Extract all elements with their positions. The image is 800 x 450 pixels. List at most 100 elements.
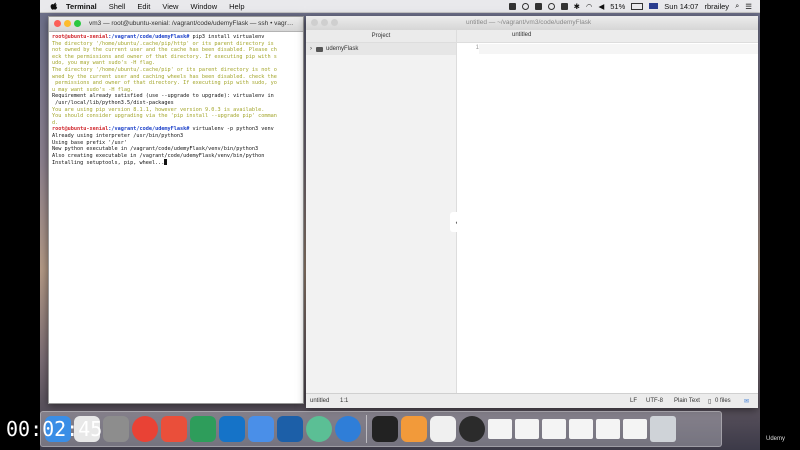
terminal-window[interactable]: vm3 — root@ubuntu-xenial: /vagrant/code/… [48,16,304,404]
terminal-line: d. [52,119,59,126]
project-tree-header[interactable]: Project [306,30,456,43]
terminal-line: The directory '/home/ubuntu/.cache/pip/h… [52,40,274,47]
spotlight-icon[interactable]: ⌕ [735,1,739,11]
screen-icon[interactable] [534,2,542,10]
tree-folder-udemyflask[interactable]: › udemyFlask [306,43,456,55]
editor-minimize-button[interactable] [321,19,328,26]
terminal-line: permissions and owner of that directory.… [52,80,277,87]
status-line-ending[interactable]: LF [630,398,637,404]
minimized-window-4[interactable] [569,419,593,439]
prompt-command: pip3 install virtualenv [189,34,265,40]
virtualbox-icon[interactable] [277,416,303,442]
terminal-line: wned by the current user and caching whe… [52,73,277,80]
terminal-line: not owned by the current user and the ca… [52,47,277,54]
editor-window[interactable]: untitled — ~/vagrant/vm3/code/udemyFlask… [306,16,758,408]
menu-extra-icon[interactable] [508,2,516,10]
minimized-window-5[interactable] [596,419,620,439]
terminal-icon[interactable] [372,416,398,442]
dock [40,411,722,447]
terminal-title: vm3 — root@ubuntu-xenial: /vagrant/code/… [89,20,294,27]
terminal-cursor [164,159,168,166]
close-button[interactable] [54,20,61,27]
sublime-icon[interactable] [401,416,427,442]
menu-window[interactable]: Window [190,2,217,11]
terminal-line: udo, you may want sudo's -H flag. [52,60,156,67]
status-encoding[interactable]: UTF-8 [646,398,663,404]
editor-titlebar[interactable]: untitled — ~/vagrant/vm3/code/udemyFlask [306,16,758,31]
trash-icon[interactable] [650,416,676,442]
minimized-window-2[interactable] [515,419,539,439]
menu-help[interactable]: Help [229,2,244,11]
terminal-line: /usr/local/lib/python3.5/dist-packages [52,99,174,106]
line-number: 1 [475,45,479,51]
minimize-button[interactable] [64,20,71,27]
status-file[interactable]: untitled [310,398,329,404]
dock-separator [366,415,367,443]
terminal-line: New python executable in /vagrant/code/u… [52,146,259,153]
menu-app-name[interactable]: Terminal [66,2,97,11]
tab-bar: untitled [457,30,758,43]
prompt-command: virtualenv -p python3 venv [189,126,274,133]
safari-icon[interactable] [335,416,361,442]
terminal-titlebar[interactable]: vm3 — root@ubuntu-xenial: /vagrant/code/… [49,17,303,32]
airplay-icon[interactable] [560,2,568,10]
atom-icon[interactable] [306,416,332,442]
notification-center-icon[interactable]: ☰ [745,2,752,11]
status-bar: untitled 1:1 LF UTF-8 Plain Text ▯ 0 fil… [306,393,758,408]
menu-edit[interactable]: Edit [137,2,150,11]
prompt-user: root@ubuntu-xenial [52,126,109,133]
battery-percent[interactable]: 51% [610,2,625,11]
editor-pane[interactable]: untitled 1 [457,30,758,394]
editor-zoom-button[interactable] [331,19,338,26]
terminal-line: Using base prefix '/usr' [52,139,127,146]
terminal-line: Requirement already satisfied (use --upg… [52,93,274,100]
menu-user[interactable]: rbrailey [704,2,729,11]
battery-icon[interactable] [631,2,644,10]
editor-close-button[interactable] [311,19,318,26]
menu-shell[interactable]: Shell [109,2,126,11]
system-preferences-icon[interactable] [103,416,129,442]
status-grammar[interactable]: Plain Text [674,398,700,404]
folder-icon [316,46,323,52]
prompt-path: :/vagrant/code/udemyFlask# [108,34,190,40]
minimized-window-3[interactable] [542,419,566,439]
chevron-right-icon: › [310,46,312,52]
menu-view[interactable]: View [162,2,178,11]
desktop: Terminal Shell Edit View Window Help ✱ ◠… [40,0,760,450]
project-tree[interactable]: Project › udemyFlask [306,30,457,394]
wifi-icon[interactable]: ◠ [586,2,593,11]
terminal-line: root@ubuntu-xenial:/vagrant/code/udemyFl… [52,34,300,41]
outlook-icon[interactable] [219,416,245,442]
volume-icon[interactable]: ◀ [598,2,604,11]
menu-clock[interactable]: Sun 14:07 [664,2,698,11]
sync-icon[interactable] [521,2,529,10]
terminal-line: You are using pip version 8.1.1, however… [52,106,265,113]
prompt-path: :/vagrant/code/udemyFlask# [108,126,190,133]
udemy-watermark: Udemy [766,436,786,442]
preview-icon[interactable] [430,416,456,442]
minimized-window-1[interactable] [488,419,512,439]
bluetooth-icon[interactable]: ✱ [574,2,580,11]
chrome-icon[interactable] [132,416,158,442]
minimized-window-6[interactable] [623,419,647,439]
flag-icon[interactable] [649,3,659,9]
terminal-line: You should consider upgrading via the 'p… [52,113,277,120]
zoom-button[interactable] [74,20,81,27]
mail-icon[interactable] [248,416,274,442]
remote-desktop-icon[interactable] [190,416,216,442]
status-files[interactable]: 0 files [715,398,731,404]
apple-menu-icon[interactable] [50,2,58,10]
current-line-highlight [479,44,758,54]
clock-icon[interactable] [547,2,555,10]
status-cursor[interactable]: 1:1 [340,398,348,404]
obs-icon[interactable] [459,416,485,442]
8x8-icon[interactable] [161,416,187,442]
terminal-line: Installing setuptools, pip, wheel... [52,159,300,167]
tab-untitled[interactable]: untitled [512,32,531,38]
terminal-line: Already using interpreter /usr/bin/pytho… [52,132,184,139]
feedback-icon[interactable]: ✉ [744,398,749,405]
folder-label: udemyFlask [326,46,359,52]
terminal-output[interactable]: root@ubuntu-xenial:/vagrant/code/udemyFl… [49,32,303,406]
status-menus: ✱ ◠ ◀ 51% Sun 14:07 rbrailey ⌕ ☰ [508,0,752,12]
terminal-line: The directory '/home/ubuntu/.cache/pip' … [52,66,277,73]
